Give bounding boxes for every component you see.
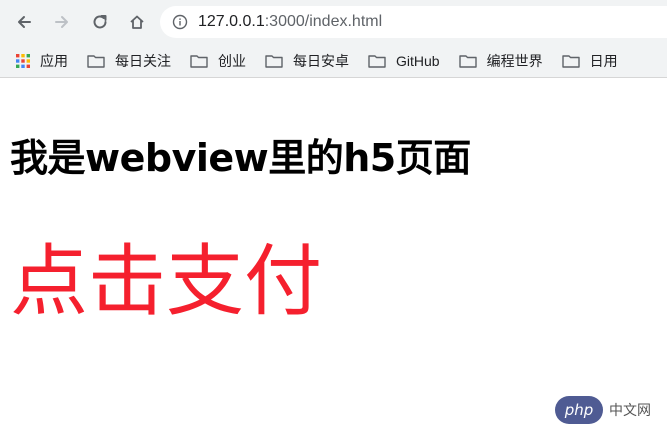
back-button[interactable] bbox=[12, 10, 36, 34]
bookmark-label: 应用 bbox=[40, 52, 68, 69]
address-bar[interactable]: 127.0.0.1:3000/index.html bbox=[160, 6, 667, 38]
watermark-text: 中文网 bbox=[609, 402, 651, 418]
bookmark-folder-github[interactable]: GitHub bbox=[368, 53, 440, 69]
url-host: 127.0.0.1 bbox=[198, 13, 265, 30]
bookmark-folder-startup[interactable]: 创业 bbox=[190, 51, 246, 71]
bookmarks-bar: 应用 每日关注 创业 每日安卓 GitHub 编程世界 日用 bbox=[0, 44, 667, 78]
bookmark-folder-daily-use[interactable]: 日用 bbox=[561, 51, 618, 71]
folder-icon bbox=[368, 53, 386, 69]
bookmark-label: 创业 bbox=[218, 52, 246, 69]
bookmark-label: 日用 bbox=[589, 52, 618, 69]
folder-icon bbox=[190, 53, 208, 69]
url-text: 127.0.0.1:3000/index.html bbox=[198, 13, 382, 31]
bookmark-apps[interactable]: 应用 bbox=[14, 51, 68, 71]
pay-button[interactable]: 点击支付 bbox=[10, 219, 322, 331]
page-content: 我是webview里的h5页面 点击支付 bbox=[0, 79, 667, 442]
arrow-left-icon bbox=[18, 16, 31, 28]
bookmark-label: 编程世界 bbox=[486, 52, 543, 69]
bookmark-folder-programming-world[interactable]: 编程世界 bbox=[458, 51, 543, 71]
folder-icon bbox=[561, 53, 580, 69]
bookmark-label: GitHub bbox=[396, 52, 440, 69]
folder-icon bbox=[458, 53, 477, 69]
php-logo: php bbox=[555, 396, 603, 424]
site-watermark: php 中文网 bbox=[555, 396, 651, 424]
arrow-right-icon bbox=[55, 16, 68, 28]
bookmark-folder-daily-focus[interactable]: 每日关注 bbox=[87, 51, 171, 71]
bookmark-label: 每日关注 bbox=[115, 52, 171, 69]
browser-toolbar: 127.0.0.1:3000/index.html bbox=[0, 0, 667, 44]
page-heading: 我是webview里的h5页面 bbox=[10, 136, 471, 180]
folder-icon bbox=[265, 53, 283, 69]
bookmark-folder-daily-android[interactable]: 每日安卓 bbox=[265, 51, 349, 71]
reload-icon bbox=[93, 15, 107, 29]
forward-button[interactable] bbox=[50, 10, 74, 34]
bookmark-label: 每日安卓 bbox=[293, 52, 349, 69]
home-icon bbox=[130, 15, 144, 29]
info-icon[interactable] bbox=[172, 14, 188, 30]
apps-grid-icon bbox=[14, 53, 32, 69]
home-button[interactable] bbox=[125, 10, 149, 34]
folder-icon bbox=[87, 53, 105, 69]
reload-button[interactable] bbox=[88, 10, 112, 34]
url-path: :3000/index.html bbox=[264, 13, 383, 30]
